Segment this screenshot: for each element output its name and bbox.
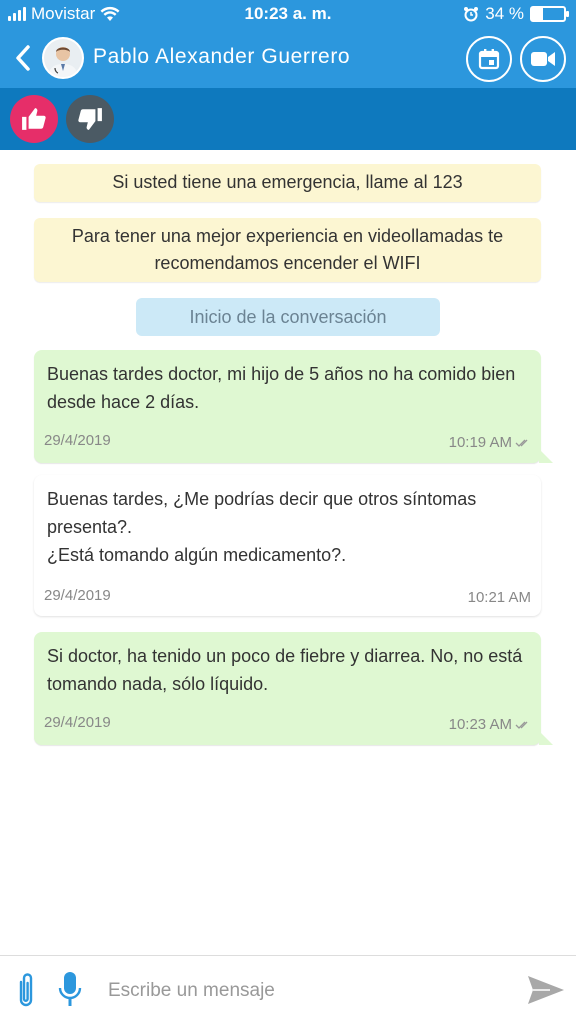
message-date: 29/4/2019 (44, 714, 111, 731)
chat-area[interactable]: Si usted tiene una emergencia, llame al … (0, 150, 576, 955)
thumbs-up-icon (22, 108, 46, 130)
wifi-notice: Para tener una mejor experiencia en vide… (34, 218, 541, 282)
dislike-button[interactable] (66, 95, 114, 143)
video-camera-icon (531, 52, 555, 66)
message-time-row: 10:23 AM (449, 716, 531, 733)
like-button[interactable] (10, 95, 58, 143)
double-check-icon (515, 721, 528, 729)
status-right: 34 % (463, 4, 569, 24)
chat-header: Pablo Alexander Guerrero (0, 28, 576, 88)
message-date: 29/4/2019 (44, 432, 111, 449)
status-bar: Movistar 10:23 a. m. 34 % (0, 0, 576, 28)
paperclip-icon[interactable] (12, 970, 40, 1010)
conversation-start-label: Inicio de la conversación (136, 298, 440, 336)
message-text: Si doctor, ha tenido un poco de fiebre y… (47, 646, 523, 694)
send-icon[interactable] (526, 972, 566, 1008)
message-time: 10:21 AM (467, 589, 531, 606)
message-date: 29/4/2019 (44, 587, 111, 604)
calendar-icon (478, 49, 500, 70)
contact-name[interactable]: Pablo Alexander Guerrero (93, 45, 350, 69)
battery-fill (532, 8, 543, 20)
thumbs-down-icon (78, 108, 102, 130)
message-time: 10:23 AM (448, 716, 512, 733)
avatar[interactable] (42, 37, 84, 79)
calendar-button[interactable] (466, 36, 512, 82)
rating-bar (0, 88, 576, 150)
message-time-row: 10:21 AM (468, 589, 531, 606)
message-input-bar (0, 955, 576, 1024)
microphone-icon[interactable] (56, 970, 84, 1010)
video-call-button[interactable] (520, 36, 566, 82)
message-time-row: 10:19 AM (449, 434, 531, 451)
message-text: Buenas tardes doctor, mi hijo de 5 años … (47, 364, 516, 412)
battery-percent: 34 % (485, 4, 524, 23)
double-check-icon (515, 439, 528, 447)
message-bubble-received[interactable]: Buenas tardes, ¿Me podrías decir que otr… (34, 475, 541, 616)
message-time: 10:19 AM (448, 434, 512, 451)
message-input[interactable] (108, 974, 498, 1008)
alarm-icon (464, 7, 479, 22)
message-text: Buenas tardes, ¿Me podrías decir que otr… (47, 489, 477, 565)
emergency-notice: Si usted tiene una emergencia, llame al … (34, 164, 541, 202)
message-bubble-sent[interactable]: Buenas tardes doctor, mi hijo de 5 años … (34, 350, 553, 463)
doctor-avatar-image (44, 39, 82, 77)
chevron-left-icon[interactable] (12, 44, 34, 72)
message-bubble-sent[interactable]: Si doctor, ha tenido un poco de fiebre y… (34, 632, 553, 745)
battery-icon (530, 6, 569, 22)
